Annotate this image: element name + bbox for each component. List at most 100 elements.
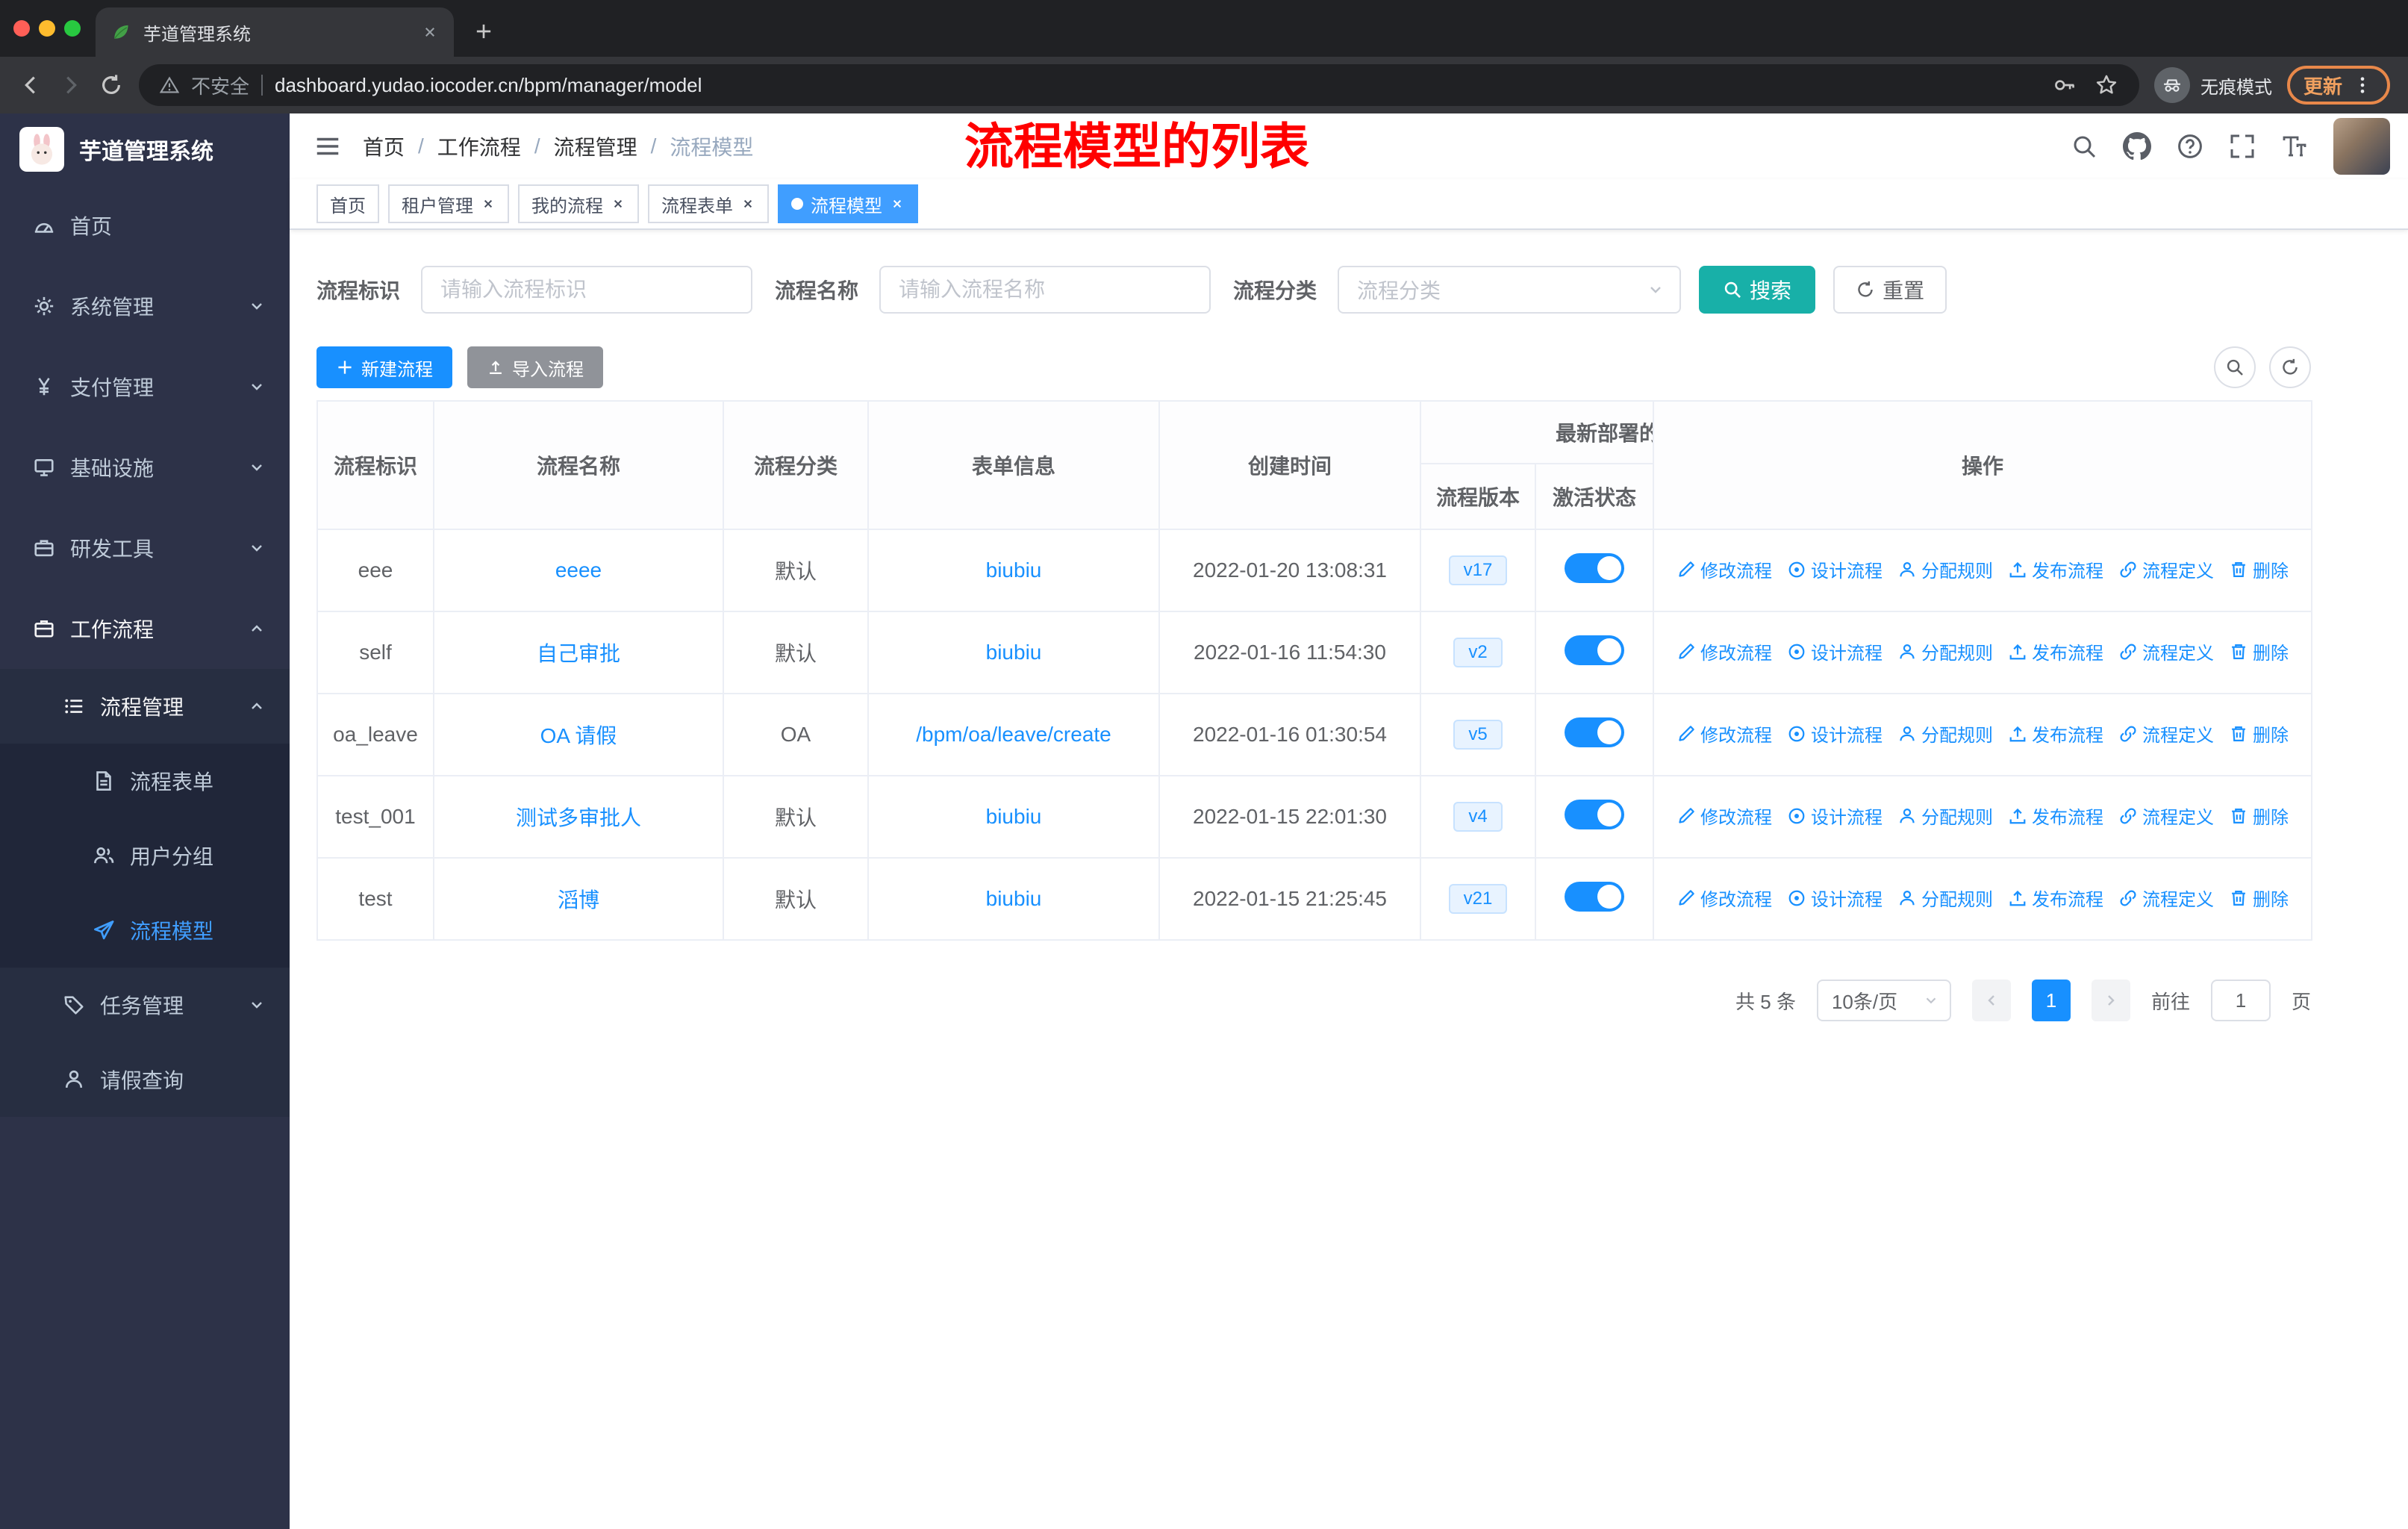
- user-avatar[interactable]: [2333, 118, 2390, 175]
- view-tab-my-process[interactable]: 我的流程: [518, 184, 639, 223]
- sidebar-item-devtools[interactable]: 研发工具: [0, 508, 290, 588]
- show-search-button[interactable]: [2214, 346, 2256, 388]
- modify-process-link[interactable]: 修改流程: [1676, 803, 1772, 829]
- publish-process-link[interactable]: 发布流程: [2008, 638, 2103, 664]
- process-definition-link[interactable]: 流程定义: [2118, 803, 2214, 829]
- page-number-1[interactable]: 1: [2031, 980, 2071, 1021]
- address-bar[interactable]: 不安全 dashboard.yudao.iocoder.cn/bpm/manag…: [139, 64, 2139, 106]
- publish-process-link[interactable]: 发布流程: [2008, 556, 2103, 582]
- browser-tab[interactable]: 芋道管理系统: [96, 7, 454, 57]
- design-process-link[interactable]: 设计流程: [1787, 556, 1883, 582]
- active-toggle[interactable]: [1565, 717, 1624, 747]
- design-process-link[interactable]: 设计流程: [1787, 720, 1883, 747]
- assign-rule-link[interactable]: 分配规则: [1897, 803, 1993, 829]
- update-button[interactable]: 更新: [2286, 66, 2390, 105]
- modify-process-link[interactable]: 修改流程: [1676, 638, 1772, 664]
- reload-icon[interactable]: [99, 72, 124, 98]
- goto-page-input[interactable]: [2210, 980, 2271, 1021]
- delete-process-link[interactable]: 删除: [2229, 720, 2289, 747]
- process-definition-link[interactable]: 流程定义: [2118, 885, 2214, 911]
- close-icon[interactable]: [890, 196, 905, 211]
- view-tab-process-form[interactable]: 流程表单: [648, 184, 769, 223]
- sidebar-item-system[interactable]: 系统管理: [0, 266, 290, 346]
- back-icon[interactable]: [18, 72, 43, 98]
- menu-kebab-icon[interactable]: [2351, 74, 2374, 96]
- hamburger-icon[interactable]: [314, 132, 342, 161]
- form-info-link[interactable]: biubiu: [986, 887, 1042, 910]
- delete-process-link[interactable]: 删除: [2229, 556, 2289, 582]
- create-process-button[interactable]: 新建流程: [316, 346, 452, 388]
- sidebar-item-task-management[interactable]: 任务管理: [0, 968, 290, 1042]
- sidebar-item-process-model[interactable]: 流程模型: [0, 893, 290, 968]
- active-toggle[interactable]: [1565, 881, 1624, 912]
- maximize-window-button[interactable]: [64, 20, 81, 37]
- key-icon[interactable]: [2053, 73, 2077, 97]
- sidebar-item-process-management[interactable]: 流程管理: [0, 669, 290, 744]
- sidebar-item-workflow[interactable]: 工作流程: [0, 588, 290, 669]
- sidebar-item-payment[interactable]: 支付管理: [0, 346, 290, 427]
- forward-icon[interactable]: [58, 72, 84, 98]
- breadcrumb-home[interactable]: 首页: [363, 131, 405, 161]
- modify-process-link[interactable]: 修改流程: [1676, 720, 1772, 747]
- sidebar-item-infrastructure[interactable]: 基础设施: [0, 427, 290, 508]
- bookmark-star-icon[interactable]: [2094, 73, 2118, 97]
- modify-process-link[interactable]: 修改流程: [1676, 556, 1772, 582]
- assign-rule-link[interactable]: 分配规则: [1897, 720, 1993, 747]
- delete-process-link[interactable]: 删除: [2229, 885, 2289, 911]
- process-definition-link[interactable]: 流程定义: [2118, 720, 2214, 747]
- form-info-link[interactable]: biubiu: [986, 641, 1042, 664]
- breadcrumb-workflow[interactable]: 工作流程: [437, 131, 521, 161]
- design-process-link[interactable]: 设计流程: [1787, 803, 1883, 829]
- view-tab-tenant[interactable]: 租户管理: [388, 184, 509, 223]
- design-process-link[interactable]: 设计流程: [1787, 885, 1883, 911]
- search-button[interactable]: 搜索: [1699, 266, 1816, 314]
- import-process-button[interactable]: 导入流程: [467, 346, 603, 388]
- modify-process-link[interactable]: 修改流程: [1676, 885, 1772, 911]
- delete-process-link[interactable]: 删除: [2229, 638, 2289, 664]
- github-icon[interactable]: [2123, 132, 2151, 161]
- active-toggle[interactable]: [1565, 552, 1624, 583]
- close-icon[interactable]: [611, 196, 626, 211]
- form-info-link[interactable]: biubiu: [986, 805, 1042, 828]
- form-info-link[interactable]: biubiu: [986, 558, 1042, 582]
- sidebar-item-user-group[interactable]: 用户分组: [0, 818, 290, 893]
- fullscreen-icon[interactable]: [2229, 133, 2256, 160]
- sidebar-item-process-form[interactable]: 流程表单: [0, 744, 290, 818]
- assign-rule-link[interactable]: 分配规则: [1897, 885, 1993, 911]
- close-icon[interactable]: [481, 196, 496, 211]
- publish-process-link[interactable]: 发布流程: [2008, 720, 2103, 747]
- active-toggle[interactable]: [1565, 799, 1624, 829]
- refresh-table-button[interactable]: [2269, 346, 2311, 388]
- font-size-icon[interactable]: [2281, 133, 2308, 160]
- process-name-link[interactable]: 滔博: [558, 888, 599, 912]
- process-key-input[interactable]: [421, 266, 753, 314]
- prev-page-button[interactable]: [1971, 980, 2011, 1021]
- publish-process-link[interactable]: 发布流程: [2008, 803, 2103, 829]
- help-icon[interactable]: [2177, 133, 2203, 160]
- process-definition-link[interactable]: 流程定义: [2118, 556, 2214, 582]
- design-process-link[interactable]: 设计流程: [1787, 638, 1883, 664]
- publish-process-link[interactable]: 发布流程: [2008, 885, 2103, 911]
- assign-rule-link[interactable]: 分配规则: [1897, 638, 1993, 664]
- sidebar-item-home[interactable]: 首页: [0, 185, 290, 266]
- sidebar-item-leave-query[interactable]: 请假查询: [0, 1042, 290, 1117]
- reset-button[interactable]: 重置: [1833, 266, 1947, 314]
- new-tab-button[interactable]: [463, 10, 505, 52]
- breadcrumb-process-management[interactable]: 流程管理: [554, 131, 637, 161]
- process-name-input[interactable]: [879, 266, 1211, 314]
- tab-close-icon[interactable]: [421, 23, 439, 41]
- view-tab-home[interactable]: 首页: [316, 184, 379, 223]
- minimize-window-button[interactable]: [39, 20, 55, 37]
- delete-process-link[interactable]: 删除: [2229, 803, 2289, 829]
- close-icon[interactable]: [740, 196, 755, 211]
- form-info-link[interactable]: /bpm/oa/leave/create: [916, 723, 1111, 746]
- search-icon[interactable]: [2071, 133, 2097, 160]
- process-name-link[interactable]: OA 请假: [540, 724, 617, 747]
- view-tab-process-model[interactable]: 流程模型: [778, 184, 918, 223]
- process-category-select[interactable]: 流程分类: [1338, 266, 1682, 314]
- process-definition-link[interactable]: 流程定义: [2118, 638, 2214, 664]
- process-name-link[interactable]: eeee: [555, 558, 602, 582]
- process-name-link[interactable]: 测试多审批人: [516, 806, 641, 829]
- close-window-button[interactable]: [13, 20, 30, 37]
- active-toggle[interactable]: [1565, 635, 1624, 665]
